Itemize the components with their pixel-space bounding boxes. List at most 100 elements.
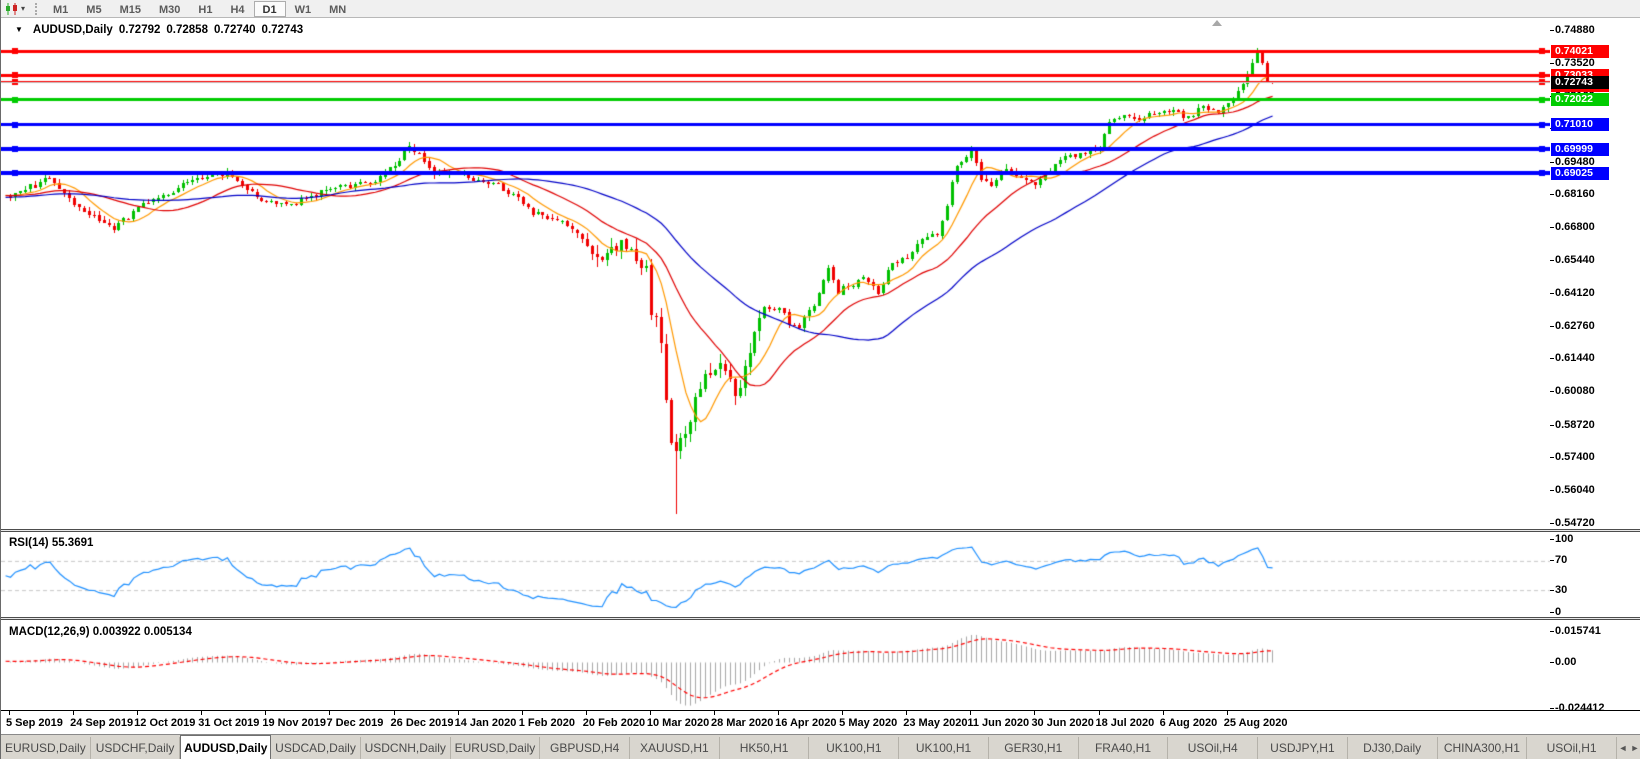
timeframe-button-D1[interactable]: D1 xyxy=(254,1,286,17)
date-label: 11 Jun 2020 xyxy=(967,717,1029,729)
price-tick-label: 0.74880 xyxy=(1555,24,1595,37)
chart-tab-ger30-h1[interactable]: GER30,H1 xyxy=(989,737,1079,759)
chart-tabs: EURUSD,DailyUSDCHF,DailyAUDUSD,DailyUSDC… xyxy=(1,735,1617,759)
price-tick-label: 0.66800 xyxy=(1555,221,1595,234)
timeframe-toolbar: ▾ M1M5M15M30H1H4D1W1MN xyxy=(1,0,1640,18)
chart-title: ▼ AUDUSD,Daily 0.72792 0.72858 0.72740 0.7274… xyxy=(9,24,303,36)
date-tick xyxy=(522,711,523,715)
price-tick-label: 0.60080 xyxy=(1555,385,1595,398)
price-tick-label: 0.58720 xyxy=(1555,419,1595,432)
timeframe-buttons: M1M5M15M30H1H4D1W1MN xyxy=(44,0,355,18)
chart-tab-usoil-h1[interactable]: USOil,H1 xyxy=(1527,737,1617,759)
timeframe-button-W1[interactable]: W1 xyxy=(286,1,321,17)
date-label: 1 Feb 2020 xyxy=(519,717,575,729)
chart-tab-usdcad-daily[interactable]: USDCAD,Daily xyxy=(271,737,361,759)
date-tick xyxy=(1099,711,1100,715)
ohlc-open: 0.72792 xyxy=(119,24,161,36)
ohlc-close: 0.72743 xyxy=(262,24,304,36)
date-label: 12 Oct 2019 xyxy=(134,717,195,729)
macd-scale-label: 0.00 xyxy=(1555,656,1576,669)
chart-tab-uk100-h1[interactable]: UK100,H1 xyxy=(899,737,989,759)
macd-canvas[interactable] xyxy=(1,621,1550,710)
date-label: 28 Mar 2020 xyxy=(711,717,773,729)
price-line-tag: 0.72022 xyxy=(1551,93,1609,106)
tab-scroll-left-icon[interactable]: ◄ xyxy=(1617,737,1629,759)
date-label: 23 May 2020 xyxy=(903,717,967,729)
macd-label: MACD(12,26,9) 0.003922 0.005134 xyxy=(9,626,192,638)
chart-tab-gbpusd-h4[interactable]: GBPUSD,H4 xyxy=(540,737,630,759)
date-label: 25 Aug 2020 xyxy=(1224,717,1288,729)
timeframe-button-M1[interactable]: M1 xyxy=(44,1,77,17)
ohlc-high: 0.72858 xyxy=(166,24,208,36)
price-line-tag: 0.69999 xyxy=(1551,143,1609,156)
price-tick-label: 0.62760 xyxy=(1555,320,1595,333)
ohlc-low: 0.72740 xyxy=(214,24,256,36)
date-label: 18 Jul 2020 xyxy=(1096,717,1155,729)
tab-scroll-right-icon[interactable]: ► xyxy=(1629,737,1640,759)
price-line-tag: 0.69025 xyxy=(1551,167,1609,180)
date-label: 10 Mar 2020 xyxy=(647,717,709,729)
date-tick xyxy=(137,711,138,715)
date-tick xyxy=(265,711,266,715)
chart-type-icon[interactable] xyxy=(3,2,21,16)
date-axis[interactable]: 5 Sep 201924 Sep 201912 Oct 201931 Oct 2… xyxy=(1,710,1640,734)
date-label: 26 Dec 2019 xyxy=(391,717,454,729)
timeframe-button-MN[interactable]: MN xyxy=(320,1,355,17)
date-tick xyxy=(73,711,74,715)
date-tick xyxy=(1227,711,1228,715)
chart-tab-fra40-h1[interactable]: FRA40,H1 xyxy=(1079,737,1169,759)
date-tick xyxy=(1163,711,1164,715)
rsi-panel: RSI(14) 55.3691 10070300 xyxy=(1,532,1640,617)
date-label: 19 Nov 2019 xyxy=(262,717,326,729)
macd-panel: MACD(12,26,9) 0.003922 0.005134 0.015741… xyxy=(1,621,1640,710)
macd-scale-label: 0.015741 xyxy=(1555,625,1601,638)
chart-tab-dj30-daily[interactable]: DJ30,Daily xyxy=(1348,737,1438,759)
price-chart-panel: ▼ AUDUSD,Daily 0.72792 0.72858 0.72740 0.7274… xyxy=(1,19,1640,529)
panel-splitter[interactable] xyxy=(1,617,1640,620)
chart-tab-uk100-h1[interactable]: UK100,H1 xyxy=(809,737,899,759)
price-chart-canvas[interactable] xyxy=(1,19,1550,529)
date-tick xyxy=(970,711,971,715)
timeframe-button-M5[interactable]: M5 xyxy=(77,1,110,17)
timeframe-button-M15[interactable]: M15 xyxy=(111,1,150,17)
date-tick xyxy=(778,711,779,715)
chart-tab-china300-h1[interactable]: CHINA300,H1 xyxy=(1438,737,1528,759)
chart-tab-eurusd-daily[interactable]: EURUSD,Daily xyxy=(451,737,541,759)
timeframe-button-H4[interactable]: H4 xyxy=(221,1,253,17)
chart-tab-audusd-daily[interactable]: AUDUSD,Daily xyxy=(180,735,271,759)
timeframe-button-H1[interactable]: H1 xyxy=(189,1,221,17)
chart-tab-eurusd-daily[interactable]: EURUSD,Daily xyxy=(1,737,91,759)
date-tick xyxy=(906,711,907,715)
chart-tab-usdchf-daily[interactable]: USDCHF,Daily xyxy=(91,737,181,759)
chart-symbol-label: AUDUSD,Daily xyxy=(33,24,113,36)
collapse-ohlc-icon[interactable]: ▼ xyxy=(15,25,23,34)
chart-tab-xauusd-h1[interactable]: XAUUSD,H1 xyxy=(630,737,720,759)
rsi-scale-label: 70 xyxy=(1555,554,1567,567)
timeframe-button-M30[interactable]: M30 xyxy=(150,1,189,17)
chart-type-dropdown-caret[interactable]: ▾ xyxy=(21,4,31,13)
chart-tab-usdjpy-h1[interactable]: USDJPY,H1 xyxy=(1258,737,1348,759)
date-tick xyxy=(650,711,651,715)
price-line-tag: 0.71010 xyxy=(1551,118,1609,131)
price-tick-label: 0.68160 xyxy=(1555,188,1595,201)
chart-shift-marker[interactable] xyxy=(1212,20,1222,26)
date-label: 16 Apr 2020 xyxy=(775,717,836,729)
chart-tab-bar: EURUSD,DailyUSDCHF,DailyAUDUSD,DailyUSDC… xyxy=(1,734,1640,759)
date-tick xyxy=(714,711,715,715)
chart-tab-hk50-h1[interactable]: HK50,H1 xyxy=(720,737,810,759)
price-tick-label: 0.64120 xyxy=(1555,287,1595,300)
toolbar-grip-handle[interactable] xyxy=(35,3,40,15)
date-label: 6 Aug 2020 xyxy=(1160,717,1218,729)
date-tick xyxy=(1034,711,1035,715)
date-tick xyxy=(842,711,843,715)
rsi-canvas[interactable] xyxy=(1,532,1550,617)
rsi-scale-label: 100 xyxy=(1555,533,1573,546)
date-tick xyxy=(201,711,202,715)
date-label: 5 Sep 2019 xyxy=(6,717,63,729)
chart-tab-usoil-h4[interactable]: USOil,H4 xyxy=(1168,737,1258,759)
date-label: 14 Jan 2020 xyxy=(455,717,517,729)
date-label: 5 May 2020 xyxy=(839,717,897,729)
date-tick xyxy=(394,711,395,715)
chart-tab-usdcnh-daily[interactable]: USDCNH,Daily xyxy=(361,737,451,759)
price-tick-label: 0.61440 xyxy=(1555,352,1595,365)
